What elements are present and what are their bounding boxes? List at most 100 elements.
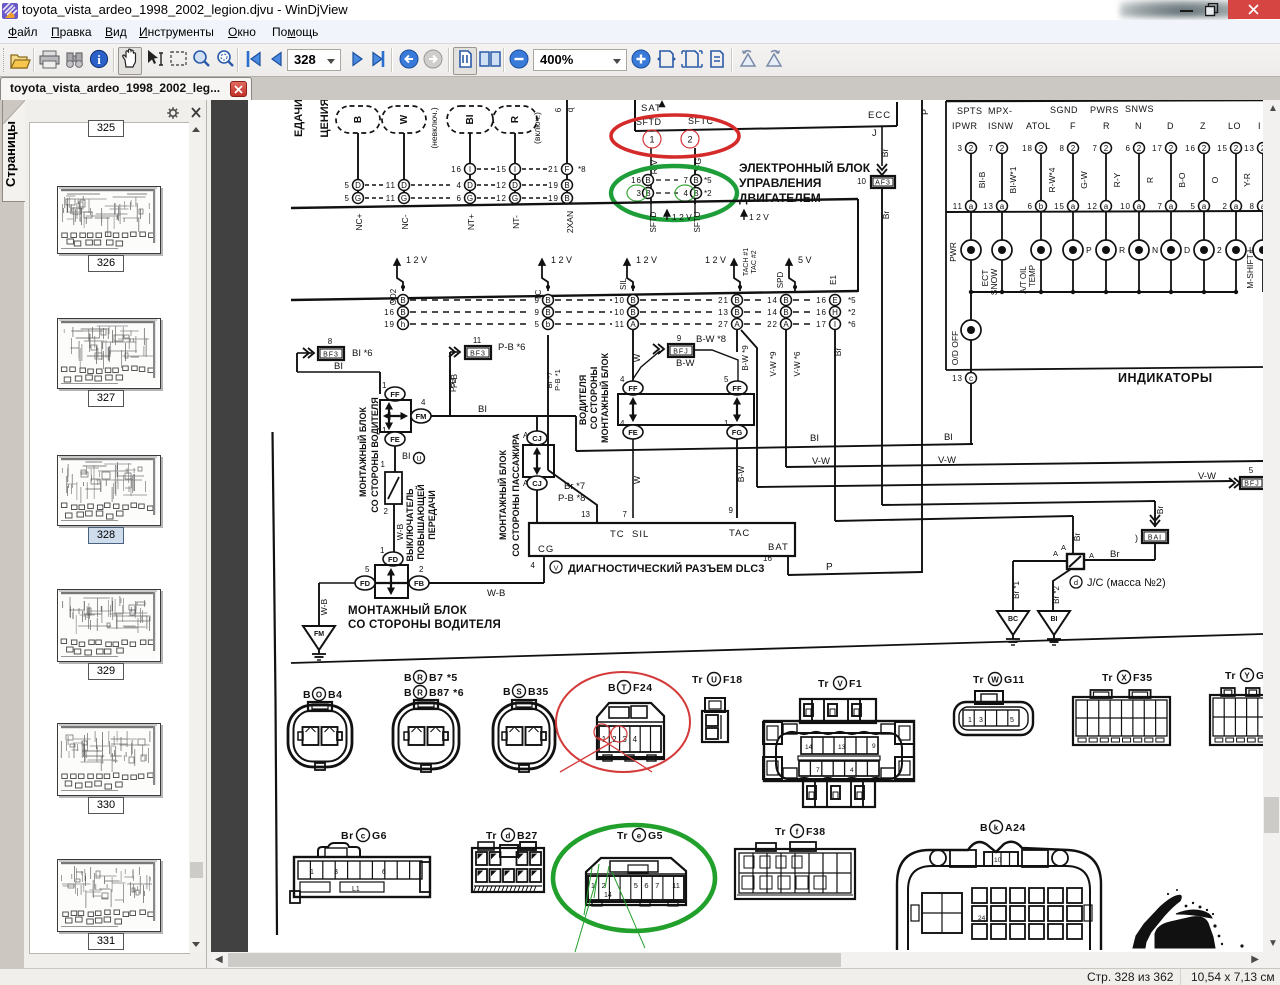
svg-text:СО СТОРОНЫ ПАССАЖИРА: СО СТОРОНЫ ПАССАЖИРА xyxy=(511,433,521,557)
svg-text:Br: Br xyxy=(1072,533,1082,542)
svg-text:f: f xyxy=(796,828,799,837)
svg-text:ЕДАЧИ: ЕДАЧИ xyxy=(293,100,305,137)
svg-text:Z: Z xyxy=(1200,121,1206,131)
svg-text:3: 3 xyxy=(958,144,963,153)
svg-text:22: 22 xyxy=(767,320,778,329)
svg-text:13: 13 xyxy=(952,374,963,383)
svg-text:4: 4 xyxy=(421,398,426,407)
svg-text:E: E xyxy=(832,296,837,305)
svg-text:A24: A24 xyxy=(1005,822,1026,834)
svg-text:FD: FD xyxy=(360,579,371,588)
svg-text:e: e xyxy=(637,832,642,841)
svg-text:МОНТАЖНЫЙ БЛОК: МОНТАЖНЫЙ БЛОК xyxy=(497,450,508,540)
svg-text:B: B xyxy=(400,308,405,317)
svg-text:c: c xyxy=(969,374,973,383)
svg-text:AF3: AF3 xyxy=(875,180,891,187)
svg-text:Tr: Tr xyxy=(1225,670,1236,682)
svg-text:1: 1 xyxy=(381,460,386,469)
svg-text:BI: BI xyxy=(402,451,411,461)
svg-text:SAT: SAT xyxy=(641,103,662,114)
svg-text:Br: Br xyxy=(1110,549,1120,560)
svg-text:V: V xyxy=(837,680,843,689)
svg-text:Br: Br xyxy=(1155,506,1165,515)
svg-text:2: 2 xyxy=(384,507,389,516)
svg-text:TEMP: TEMP xyxy=(1028,265,1037,287)
svg-text:11: 11 xyxy=(672,881,680,890)
svg-text:LO: LO xyxy=(1228,121,1241,131)
svg-text:11: 11 xyxy=(386,194,396,203)
svg-text:G11: G11 xyxy=(1004,674,1025,686)
svg-text:G-W: G-W xyxy=(1079,171,1089,188)
svg-text:SNWS: SNWS xyxy=(1125,104,1154,114)
svg-text:I: I xyxy=(469,165,471,174)
svg-text:A: A xyxy=(1089,551,1094,560)
svg-text:B: B xyxy=(630,296,635,305)
svg-text:ISNW: ISNW xyxy=(988,121,1014,131)
svg-text:Tr: Tr xyxy=(617,830,628,842)
svg-text:F: F xyxy=(1070,121,1076,131)
svg-text:F38: F38 xyxy=(806,826,826,838)
svg-text:SIL: SIL xyxy=(619,277,628,290)
svg-text:CG: CG xyxy=(538,544,554,555)
svg-text:L1: L1 xyxy=(352,886,360,893)
svg-text:G: G xyxy=(1256,670,1263,682)
svg-text:2: 2 xyxy=(1217,245,1222,255)
svg-text:2: 2 xyxy=(1202,144,1207,153)
svg-text:BI: BI xyxy=(465,114,476,124)
svg-text:15: 15 xyxy=(496,165,507,174)
svg-text:B: B xyxy=(734,296,739,305)
svg-text:2: 2 xyxy=(1223,202,1228,211)
svg-text:21: 21 xyxy=(718,296,729,305)
svg-text:Br *7: Br *7 xyxy=(564,481,585,492)
svg-text:A: A xyxy=(1061,543,1066,552)
svg-text:*2: *2 xyxy=(704,189,712,198)
svg-text:1 2 V: 1 2 V xyxy=(636,255,657,265)
svg-text:FB: FB xyxy=(414,579,425,588)
svg-text:18: 18 xyxy=(1022,144,1033,153)
svg-text:10: 10 xyxy=(857,177,866,186)
svg-text:V-W: V-W xyxy=(812,456,830,467)
svg-text:I: I xyxy=(834,320,836,329)
svg-text:Br: Br xyxy=(833,348,843,357)
svg-text:SPTS: SPTS xyxy=(957,106,983,116)
svg-text:(включ.): (включ.) xyxy=(532,112,542,144)
svg-text:W: W xyxy=(632,476,642,484)
svg-text:16: 16 xyxy=(816,296,827,305)
svg-text:P: P xyxy=(1086,245,1092,255)
svg-text:NC-: NC- xyxy=(400,214,410,229)
svg-text:FG: FG xyxy=(732,428,743,437)
svg-text:МОНТАЖНЫЙ БЛОК: МОНТАЖНЫЙ БЛОК xyxy=(599,353,610,443)
svg-text:FM: FM xyxy=(314,631,324,638)
svg-text:B: B xyxy=(564,181,569,190)
svg-text:*5: *5 xyxy=(704,176,712,185)
svg-text:16: 16 xyxy=(763,554,772,563)
svg-text:2: 2 xyxy=(1104,144,1109,153)
svg-text:17: 17 xyxy=(1152,144,1163,153)
svg-text:A: A xyxy=(734,320,740,329)
svg-text:5: 5 xyxy=(724,375,729,384)
svg-text:FF: FF xyxy=(390,390,400,399)
svg-text:T: T xyxy=(622,684,627,693)
svg-text:19: 19 xyxy=(548,181,559,190)
svg-text:ПЕРЕДАЧИ: ПЕРЕДАЧИ xyxy=(427,490,437,540)
svg-text:27: 27 xyxy=(718,320,729,329)
svg-text:R: R xyxy=(1119,245,1125,255)
svg-text:Tr: Tr xyxy=(973,674,984,686)
svg-text:A: A xyxy=(523,431,529,440)
svg-text:A: A xyxy=(1053,549,1058,558)
svg-text:W: W xyxy=(399,114,410,124)
svg-text:4: 4 xyxy=(457,181,462,190)
svg-text:12: 12 xyxy=(1087,202,1098,211)
svg-text:1: 1 xyxy=(649,135,654,145)
svg-text:NT-: NT- xyxy=(511,215,521,229)
svg-text:W-B: W-B xyxy=(487,588,505,599)
svg-text:1 2 V: 1 2 V xyxy=(551,255,572,265)
svg-text:7: 7 xyxy=(623,510,628,519)
svg-text:D: D xyxy=(512,181,518,190)
svg-text:21: 21 xyxy=(548,165,559,174)
svg-text:19: 19 xyxy=(384,320,395,329)
svg-text:16: 16 xyxy=(1185,144,1196,153)
svg-text:ATOL: ATOL xyxy=(1026,121,1051,131)
svg-text:R-Y: R-Y xyxy=(1112,172,1122,187)
svg-text:5: 5 xyxy=(1191,202,1196,211)
